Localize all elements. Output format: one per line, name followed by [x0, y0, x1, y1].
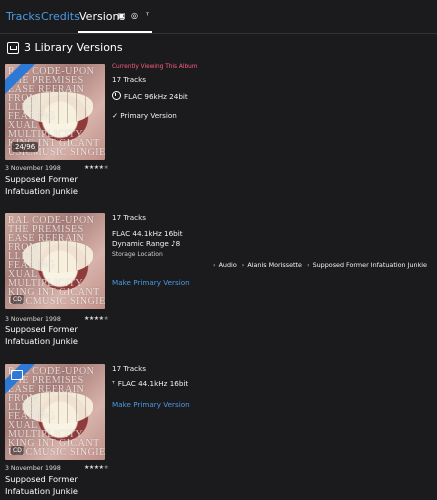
rating-filled-stars: ★★★★ [84, 464, 104, 471]
storage-location-label: Storage Location [112, 251, 163, 258]
library-versions-header: 3 Library Versions [7, 41, 123, 54]
rating-empty-star: ★ [103, 315, 109, 322]
track-count: 17 Tracks [112, 75, 146, 84]
make-primary-button[interactable]: Make Primary Version [112, 278, 190, 287]
album-title[interactable]: Supposed Former Infatuation Junkie [5, 173, 115, 197]
current-viewing-label: Currently Viewing This Album [112, 64, 198, 70]
format-text: FLAC 44.1kHz 16bit [112, 229, 183, 238]
album-cover[interactable]: RAL CODE-UPON THE PREMISES EASE REFRAIN … [5, 213, 105, 309]
cd-badge: CD [11, 446, 24, 455]
release-date: 3 November 1998 [5, 465, 61, 472]
rating-empty-star: ★ [103, 164, 109, 171]
format-row: FLAC 96kHz 24bit [112, 91, 188, 101]
quality-badge: 24/96 [12, 142, 39, 152]
album-title[interactable]: Supposed Former Infatuation Junkie [5, 323, 115, 347]
hires-format-icon [112, 91, 121, 100]
cd-badge: CD [11, 295, 24, 304]
path-audio[interactable]: Audio [219, 261, 237, 269]
rating-empty-star: ★ [103, 464, 109, 471]
rating-stars[interactable]: ★★★★★ [84, 464, 109, 471]
dynamic-range: Dynamic Range ♪8 [112, 239, 181, 248]
path-album[interactable]: Supposed Former Infatuation Junkie [313, 261, 427, 269]
tabs-bar: Tracks Credits Versions ▣ ◎ ᵀ [0, 0, 437, 34]
library-box-icon [7, 41, 19, 54]
track-count: 17 Tracks [112, 364, 146, 373]
release-date: 3 November 1998 [5, 316, 61, 323]
rating-stars[interactable]: ★★★★★ [84, 315, 109, 322]
chevron-right-icon: › [307, 261, 310, 269]
tab-tracks[interactable]: Tracks [6, 10, 41, 23]
album-cover[interactable]: RAL CODE-UPON THE PREMISES EASE REFRAIN … [5, 364, 105, 460]
rating-filled-stars: ★★★★ [84, 164, 104, 171]
tab-credits[interactable]: Credits [41, 10, 80, 23]
rating-filled-stars: ★★★★ [84, 315, 104, 322]
format-text: FLAC 96kHz 24bit [124, 92, 188, 101]
rating-stars[interactable]: ★★★★★ [84, 164, 109, 171]
chevron-right-icon: › [213, 261, 216, 269]
versions-tab-icons: ▣ ◎ ᵀ [117, 11, 152, 20]
path-artist[interactable]: Alanis Morissette [247, 261, 302, 269]
primary-version-label: ✓ Primary Version [112, 111, 177, 120]
library-icon: ▣ [117, 11, 126, 20]
format-text: FLAC 44.1kHz 16bit [117, 379, 189, 388]
make-primary-button[interactable]: Make Primary Version [112, 400, 190, 409]
text-icon: ᵀ [145, 11, 150, 20]
chevron-right-icon: › [241, 261, 245, 269]
text-format-icon: ᵀ [112, 380, 115, 388]
album-title[interactable]: Supposed Former Infatuation Junkie [5, 473, 115, 497]
storage-path[interactable]: › Audio › Alanis Morissette › Supposed Form… [210, 261, 427, 269]
release-date: 3 November 1998 [5, 165, 61, 172]
format-row: ᵀ FLAC 44.1kHz 16bit [112, 379, 188, 388]
album-cover[interactable]: RAL CODE-UPON THE PREMISES EASE REFRAIN … [5, 64, 105, 160]
library-versions-title: 3 Library Versions [24, 41, 123, 54]
active-tab-indicator [78, 31, 152, 33]
folder-badge-icon [11, 370, 23, 380]
track-count: 17 Tracks [112, 213, 146, 222]
hires-icon: ◎ [131, 11, 138, 20]
